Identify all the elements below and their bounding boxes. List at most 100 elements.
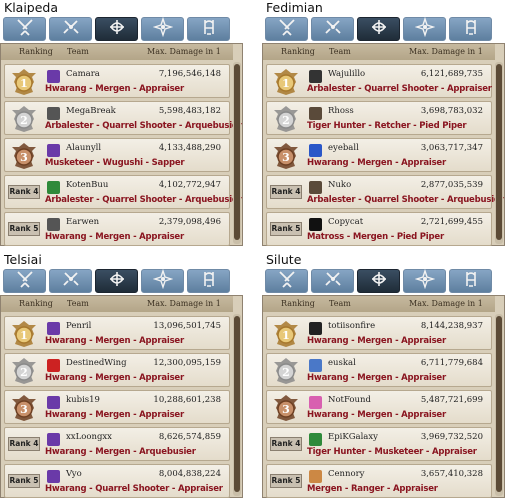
player-name: euskal — [328, 358, 356, 368]
player-name: Wajulillo — [328, 69, 366, 79]
server-name: Silute — [266, 252, 302, 267]
table-row[interactable]: 2 DestinedWing 12,300,095,159 Hwarang - Mer… — [4, 353, 230, 387]
tab-wizard[interactable] — [187, 269, 230, 293]
tab-shield[interactable] — [311, 269, 354, 293]
tab-swords[interactable] — [265, 269, 308, 293]
scrollbar[interactable] — [495, 314, 503, 496]
hat-char-icon — [309, 322, 322, 335]
tab-cross[interactable] — [403, 16, 446, 41]
player-name: Copycat — [328, 217, 364, 227]
scrollbar[interactable] — [495, 62, 503, 244]
table-row[interactable]: 3 Alaunyll 4,133,488,290 Musketeer - Wugush… — [4, 138, 230, 172]
table-row[interactable]: Rank 5 Cennory 3,657,410,328 Mergen - Range… — [266, 464, 492, 498]
tab-swords[interactable] — [3, 17, 46, 41]
class-tabs — [3, 268, 233, 293]
wizard-icon — [461, 17, 481, 41]
cross-icon — [414, 268, 435, 293]
tab-cross[interactable] — [403, 268, 446, 293]
table-row[interactable]: 2 MegaBreak 5,598,483,182 Arbalester - Quar… — [4, 101, 242, 135]
ranking-board: RankingTeamMax. Damage in 1 try1Penril13… — [0, 295, 243, 498]
medal-number: 3 — [20, 403, 28, 416]
table-row[interactable]: 3 eyeball 3,063,717,347 Hwarang - Mergen - … — [266, 138, 492, 172]
table-row[interactable]: Rank 4 KotenBuu 4,102,772,947 Arbalester - … — [4, 175, 242, 209]
tab-swords[interactable] — [3, 269, 46, 293]
wizard-icon — [199, 269, 219, 293]
tab-cross[interactable] — [141, 16, 184, 41]
table-row[interactable]: 1 totiisonfire 8,144,238,937 Hwarang - Merg… — [266, 316, 492, 350]
damage-value: 7,196,546,148 — [158, 69, 221, 79]
player-name: DestinedWing — [66, 358, 127, 368]
class-tabs — [265, 16, 495, 41]
scrollbar-thumb[interactable] — [234, 316, 240, 492]
table-row[interactable]: Rank 4 xxLoongxx 8,626,574,859 Hwarang - Me… — [4, 427, 230, 461]
team-composition: Matross - Mergen - Pied Piper — [307, 232, 444, 242]
table-row[interactable]: Rank 5 Earwen 2,379,098,496 Hwarang - Merge… — [4, 212, 230, 246]
rank-label: Rank 4 — [270, 185, 302, 199]
table-row[interactable]: 2 Rhoss 3,698,783,032 Tiger Hunter - Retche… — [266, 101, 492, 135]
column-header-team: Team — [67, 47, 89, 56]
table-row[interactable]: Rank 5 Copycat 2,721,699,455 Matross - Merg… — [266, 212, 492, 246]
table-row[interactable]: Rank 5 Vyo 8,004,838,224 Hwarang - Quarrel … — [4, 464, 230, 498]
scrollbar[interactable] — [233, 314, 241, 496]
scrollbar-thumb[interactable] — [234, 64, 240, 240]
team-composition: Hwarang - Mergen - Appraiser — [307, 336, 446, 346]
team-composition: Hwarang - Mergen - Appraiser — [45, 336, 184, 346]
tab-bow[interactable] — [357, 269, 400, 293]
team-composition: Hwarang - Mergen - Appraiser — [307, 410, 446, 420]
table-row[interactable]: Rank 4 EpiKGalaxy 3,969,732,520 Tiger Hunte… — [266, 427, 492, 461]
damage-value: 6,711,779,684 — [420, 358, 483, 368]
medal-number: 1 — [282, 329, 290, 342]
table-row[interactable]: 3 kubis19 10,288,601,238 Hwarang - Mergen -… — [4, 390, 230, 424]
damage-value: 3,698,783,032 — [420, 106, 483, 116]
tab-bow[interactable] — [95, 17, 138, 41]
table-row[interactable]: 1 Wajulillo 6,121,689,735 Arbalester - Quar… — [266, 64, 492, 98]
damage-value: 2,877,035,539 — [420, 180, 483, 190]
purple-char-icon — [47, 433, 60, 446]
table-row[interactable]: 1 Penril 13,096,501,745 Hwarang - Mergen - … — [4, 316, 230, 350]
green-char-icon — [47, 181, 60, 194]
tab-swords[interactable] — [265, 17, 308, 41]
tab-shield[interactable] — [49, 269, 92, 293]
wizard-icon — [199, 17, 219, 41]
tab-wizard[interactable] — [449, 269, 492, 293]
moon-char-icon — [309, 218, 322, 231]
medal-number: 3 — [282, 151, 290, 164]
damage-value: 4,102,772,947 — [158, 180, 221, 190]
tab-wizard[interactable] — [449, 17, 492, 41]
table-header: RankingTeamMax. Damage in 1 try — [263, 296, 495, 324]
table-row[interactable]: 2 euskal 6,711,779,684 Hwarang - Mergen - A… — [266, 353, 492, 387]
tab-bow[interactable] — [357, 17, 400, 41]
table-row[interactable]: 3 NotFound 5,487,721,699 Hwarang - Mergen -… — [266, 390, 492, 424]
pot-char-icon — [309, 107, 322, 120]
team-composition: Arbalester - Quarrel Shooter - Appraiser — [307, 84, 492, 94]
class-tabs — [265, 268, 495, 293]
eye-char-icon — [309, 144, 322, 157]
multi-char-icon — [309, 470, 322, 483]
class-tabs — [3, 16, 233, 41]
player-name: kubis19 — [66, 395, 100, 405]
pot-char-icon — [309, 181, 322, 194]
purple-char-icon — [47, 70, 60, 83]
damage-value: 6,121,689,735 — [420, 69, 483, 79]
medal-number: 2 — [282, 114, 290, 127]
scrollbar-thumb[interactable] — [496, 316, 502, 492]
damage-value: 5,598,483,182 — [158, 106, 221, 116]
swords-icon — [277, 17, 297, 41]
tab-wizard[interactable] — [187, 17, 230, 41]
table-row[interactable]: 1 Camara 7,196,546,148 Hwarang - Mergen - A… — [4, 64, 230, 98]
ranking-board: RankingTeamMax. Damage in 1 try1Wajulill… — [262, 43, 505, 246]
horse-char-icon — [309, 70, 322, 83]
tab-shield[interactable] — [311, 17, 354, 41]
tab-bow[interactable] — [95, 269, 138, 293]
table-row[interactable]: Rank 4 Nuko 2,877,035,539 Arbalester - Quar… — [266, 175, 504, 209]
ranking-board: RankingTeamMax. Damage in 1 try1totiison… — [262, 295, 505, 498]
scrollbar[interactable] — [233, 62, 241, 244]
rank-label: Rank 5 — [8, 222, 40, 236]
tab-cross[interactable] — [141, 268, 184, 293]
team-composition: Hwarang - Mergen - Arquebusier — [45, 447, 196, 457]
damage-value: 3,969,732,520 — [420, 432, 483, 442]
scrollbar-thumb[interactable] — [496, 64, 502, 240]
bow-icon — [369, 269, 389, 293]
player-name: Vyo — [66, 469, 82, 479]
tab-shield[interactable] — [49, 17, 92, 41]
